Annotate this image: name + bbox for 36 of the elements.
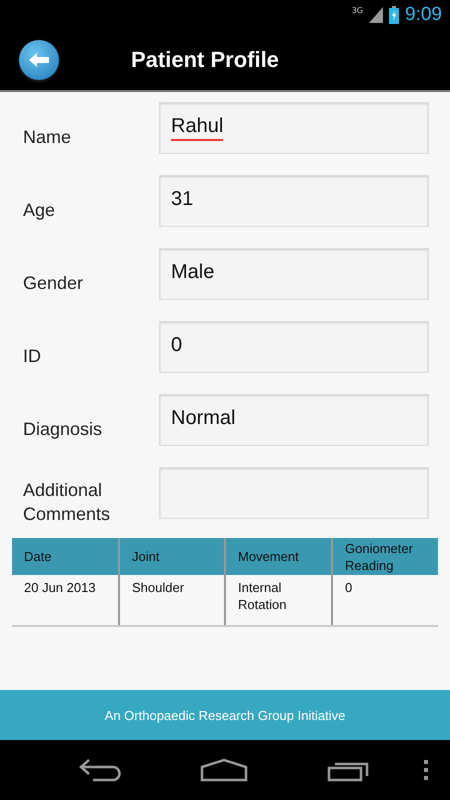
arrow-left-icon (28, 52, 50, 68)
column-header: Date (23, 548, 52, 566)
field-label: Additional Comments (23, 478, 112, 526)
signal-icon (369, 7, 384, 23)
table-cell-text: 20 Jun 2013 (23, 579, 97, 597)
column-header: Goniometer Reading (331, 538, 438, 575)
field-label: Diagnosis (23, 418, 104, 440)
footer-text: An Orthopaedic Research Group Initiative (104, 708, 346, 722)
table-cell: Internal Rotation (224, 575, 331, 625)
field-value: 31 (171, 188, 194, 212)
input-field[interactable]: 31 (159, 174, 429, 226)
field-value: Rahul (171, 114, 224, 140)
column-header: Movement (224, 538, 331, 575)
clock: 9:09 (405, 4, 442, 26)
back-button[interactable] (19, 40, 59, 80)
input-field[interactable] (159, 466, 429, 518)
battery-icon (389, 6, 400, 24)
field-label: ID (23, 344, 42, 368)
column-header: Joint (118, 538, 224, 575)
back-icon[interactable] (79, 758, 122, 782)
screen-title: Patient Profile (131, 47, 279, 73)
input-field[interactable]: 0 (159, 320, 429, 372)
network-type: 3G (352, 6, 364, 15)
field-label: Gender (23, 272, 84, 294)
table-cell: Shoulder (118, 575, 224, 625)
field-value: Male (171, 260, 214, 284)
overflow-menu-icon[interactable] (424, 760, 428, 780)
field-value: Normal (171, 406, 236, 430)
input-field[interactable]: Normal (159, 394, 429, 446)
field-label: Age (23, 198, 56, 222)
field-value: 0 (171, 334, 182, 358)
input-field[interactable]: Rahul (159, 102, 429, 154)
home-icon[interactable] (200, 758, 248, 782)
table-cell: 0 (331, 575, 438, 625)
field-label: Name (23, 126, 72, 148)
input-field[interactable]: Male (159, 248, 429, 300)
